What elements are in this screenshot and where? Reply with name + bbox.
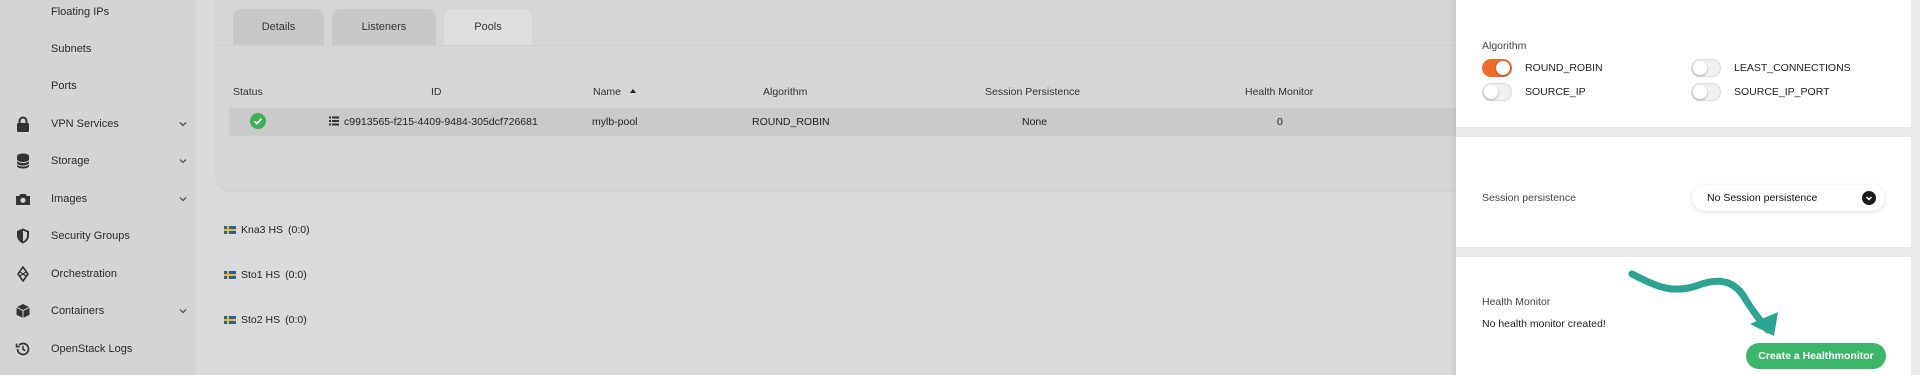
source-ip-toggle[interactable]: [1482, 83, 1512, 101]
sidebar-item-orchestration[interactable]: Orchestration: [0, 259, 196, 289]
algorithm-option-least-connections[interactable]: LEAST_CONNECTIONS: [1691, 59, 1851, 77]
least-connections-toggle[interactable]: [1691, 59, 1721, 77]
select-value: No Session persistence: [1707, 192, 1818, 204]
column-header-label: Name: [593, 86, 622, 98]
algorithm-option-source-ip[interactable]: SOURCE_IP: [1482, 83, 1586, 101]
tab-pools[interactable]: Pools: [444, 9, 532, 45]
pools-card: Details Listeners Pools Status ID Name A…: [216, 0, 1469, 190]
camera-icon: [14, 190, 32, 208]
main-content: Details Listeners Pools Status ID Name A…: [196, 0, 1469, 375]
region-sto1-hs[interactable]: Sto1 HS (0:0): [224, 269, 307, 281]
algorithm-option-source-ip-port[interactable]: SOURCE_IP_PORT: [1691, 83, 1830, 101]
sidebar-item-label: OpenStack Logs: [51, 343, 133, 355]
status-ok-icon: [250, 113, 266, 134]
chevron-down-icon[interactable]: [177, 155, 189, 167]
option-label: SOURCE_IP: [1525, 86, 1586, 98]
region-count: (0:0): [285, 269, 307, 281]
orchestration-icon: [14, 265, 32, 283]
column-header-status[interactable]: Status: [233, 86, 263, 98]
sidebar-item-storage[interactable]: Storage: [0, 146, 196, 176]
column-header-session-persistence[interactable]: Session Persistence: [985, 86, 1080, 98]
sidebar-item-label: Containers: [51, 305, 105, 317]
lock-icon: [14, 115, 32, 133]
option-label: LEAST_CONNECTIONS: [1734, 62, 1851, 74]
sidebar-item-label: Floating IPs: [51, 6, 110, 18]
sidebar-item-label: Ports: [51, 80, 77, 92]
shield-icon: [14, 227, 32, 245]
pool-edit-panel: Algorithm ROUND_ROBIN LEAST_CONNECTIONS …: [1456, 0, 1920, 375]
column-header-health-monitor[interactable]: Health Monitor: [1245, 86, 1313, 98]
region-sto2-hs[interactable]: Sto2 HS (0:0): [224, 314, 307, 326]
sidebar-item-label: VPN Services: [51, 118, 119, 130]
chevron-down-icon[interactable]: [177, 193, 189, 205]
sidebar-item-images[interactable]: Images: [0, 184, 196, 214]
column-header-id[interactable]: ID: [431, 86, 442, 98]
pool-name: mylb-pool: [592, 116, 638, 128]
sidebar-item-subnets[interactable]: Subnets: [0, 34, 196, 64]
region-label: Kna3 HS: [241, 224, 284, 236]
tab-divider: [216, 45, 1466, 46]
option-label: SOURCE_IP_PORT: [1734, 86, 1830, 98]
pool-session-persistence: None: [1022, 116, 1048, 128]
history-icon: [14, 340, 32, 358]
region-count: (0:0): [288, 224, 310, 236]
sidebar-item-label: Subnets: [51, 43, 92, 55]
source-ip-port-toggle[interactable]: [1691, 83, 1721, 101]
sidebar-item-label: Images: [51, 193, 88, 205]
health-monitor-message: No health monitor created!: [1482, 318, 1606, 330]
box-icon: [14, 302, 32, 320]
sidebar-item-floating-ips[interactable]: Floating IPs: [0, 0, 196, 27]
sort-asc-icon: [629, 89, 636, 93]
pool-health-monitor: 0: [1277, 116, 1283, 128]
sidebar-item-vpn-services[interactable]: VPN Services: [0, 109, 196, 139]
algorithm-option-round-robin[interactable]: ROUND_ROBIN: [1482, 59, 1603, 77]
region-kna3-hs[interactable]: Kna3 HS (0:0): [224, 224, 310, 236]
sweden-flag-icon: [224, 226, 236, 234]
create-healthmonitor-button[interactable]: Create a Healthmonitor: [1746, 343, 1886, 369]
sidebar-item-label: Orchestration: [51, 268, 118, 280]
round-robin-toggle[interactable]: [1482, 59, 1512, 77]
sidebar-item-label: Storage: [51, 155, 90, 167]
hint-arrow-icon: [1628, 270, 1778, 336]
chevron-down-icon[interactable]: [177, 305, 189, 317]
region-label: Sto1 HS: [241, 269, 281, 281]
database-icon: [14, 152, 32, 170]
region-label: Sto2 HS: [241, 314, 281, 326]
sweden-flag-icon: [224, 316, 236, 324]
sidebar-item-security-groups[interactable]: Security Groups: [0, 221, 196, 251]
option-label: ROUND_ROBIN: [1525, 62, 1603, 74]
column-header-algorithm[interactable]: Algorithm: [763, 86, 807, 98]
session-persistence-title: Session persistence: [1482, 192, 1576, 204]
chevron-down-icon[interactable]: [177, 118, 189, 130]
sidebar: Floating IPs Subnets Ports VPN Services …: [0, 0, 196, 375]
algorithm-title: Algorithm: [1482, 40, 1527, 52]
sidebar-item-ports[interactable]: Ports: [0, 71, 196, 101]
pool-id-link[interactable]: c9913565-f215-4409-9484-305dcf726681: [344, 116, 538, 128]
pool-algorithm: ROUND_ROBIN: [752, 116, 830, 128]
sidebar-item-containers[interactable]: Containers: [0, 296, 196, 326]
region-count: (0:0): [285, 314, 307, 326]
sidebar-item-openstack-logs[interactable]: OpenStack Logs: [0, 334, 196, 364]
health-monitor-title: Health Monitor: [1482, 296, 1551, 308]
sidebar-item-label: Security Groups: [51, 230, 130, 242]
tab-listeners[interactable]: Listeners: [332, 9, 436, 45]
tab-details[interactable]: Details: [233, 9, 324, 45]
column-header-name[interactable]: Name: [593, 86, 637, 98]
algorithm-section: Algorithm ROUND_ROBIN LEAST_CONNECTIONS …: [1456, 0, 1911, 127]
list-icon: [329, 116, 339, 129]
session-persistence-select[interactable]: No Session persistence: [1692, 185, 1885, 211]
sweden-flag-icon: [224, 271, 236, 279]
chevron-down-icon: [1862, 191, 1876, 205]
